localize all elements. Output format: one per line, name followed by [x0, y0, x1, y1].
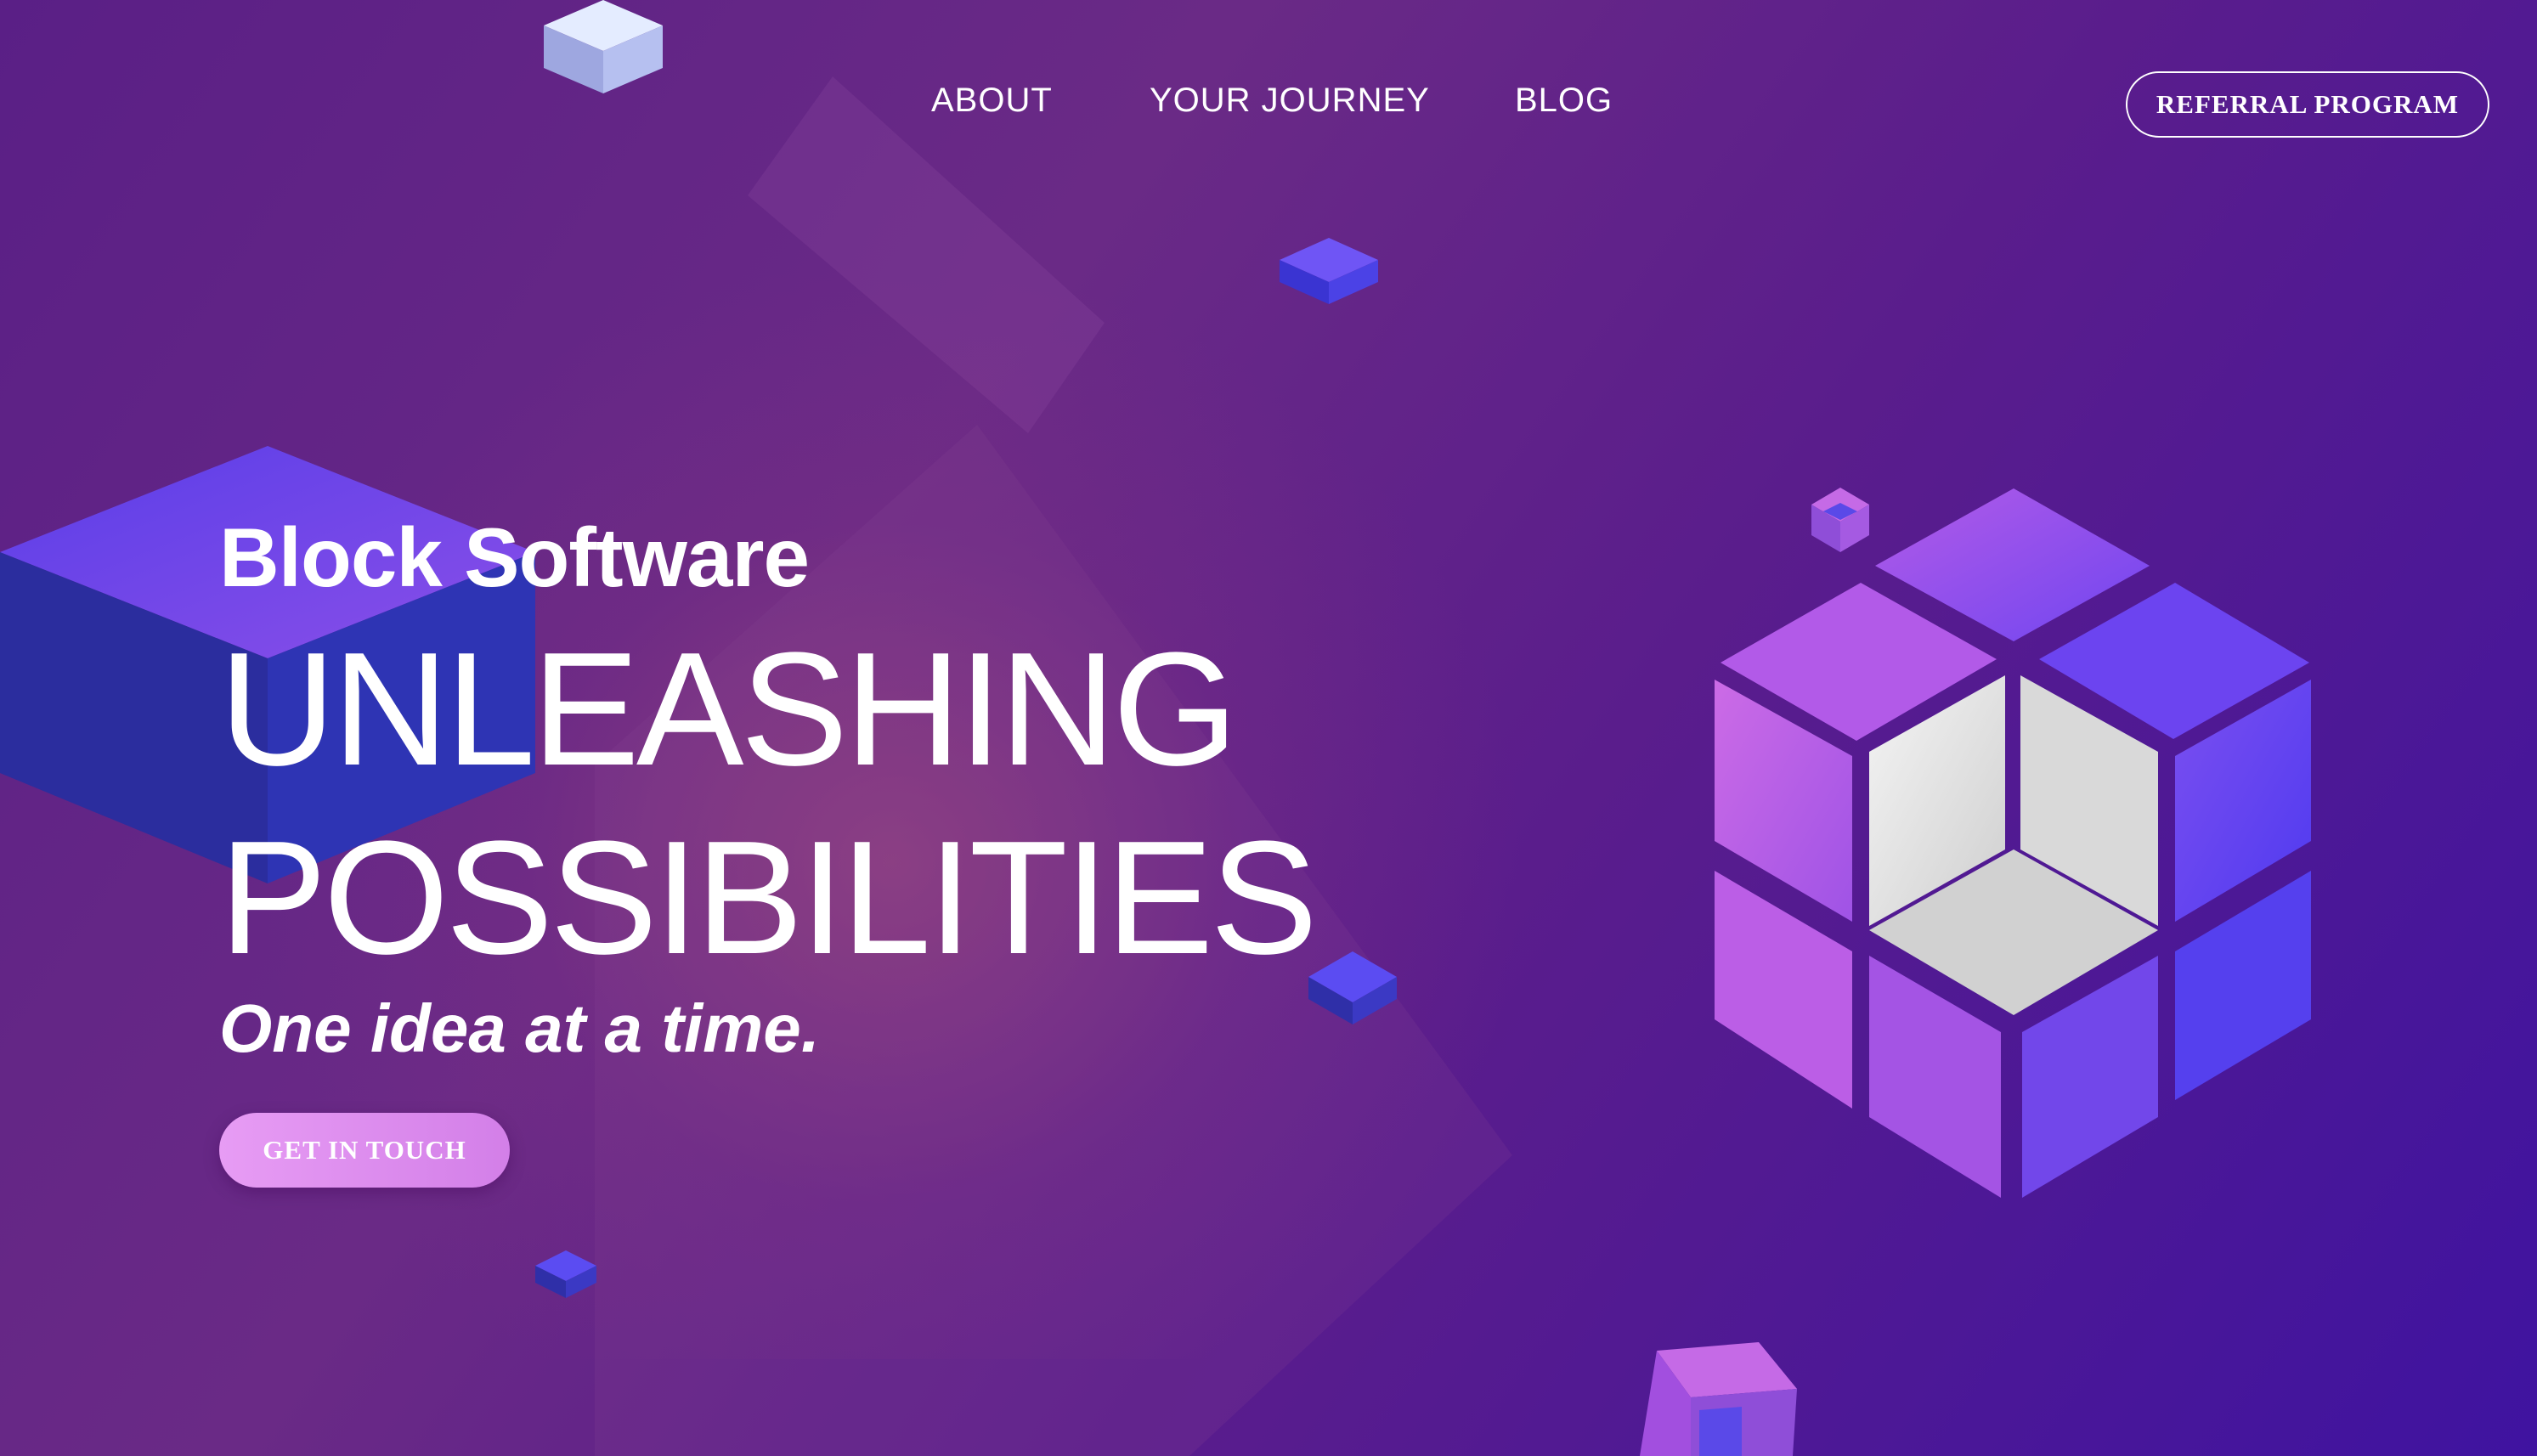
cube-small-blue-1 [1280, 238, 1378, 304]
nav-link-about[interactable]: ABOUT [931, 82, 1053, 120]
cube-small-blue-3 [535, 1250, 596, 1298]
nav-link-blog[interactable]: BLOG [1515, 82, 1613, 120]
brand-title: Block Software [219, 511, 810, 604]
headline-line-2: POSSIBILITIES [219, 808, 1318, 988]
big-hero-cube [1715, 488, 2311, 1198]
headline-line-1: UNLEASHING [219, 619, 1238, 799]
nav-link-your-journey[interactable]: YOUR JOURNEY [1150, 82, 1430, 120]
get-in-touch-button[interactable]: GET IN TOUCH [219, 1113, 510, 1188]
referral-program-button[interactable]: REFERRAL PROGRAM [2126, 71, 2489, 138]
cube-top-left [544, 0, 663, 93]
tagline: One idea at a time. [219, 990, 820, 1066]
cube-small-pink [1811, 488, 1869, 552]
cube-bottom [1640, 1342, 1797, 1456]
